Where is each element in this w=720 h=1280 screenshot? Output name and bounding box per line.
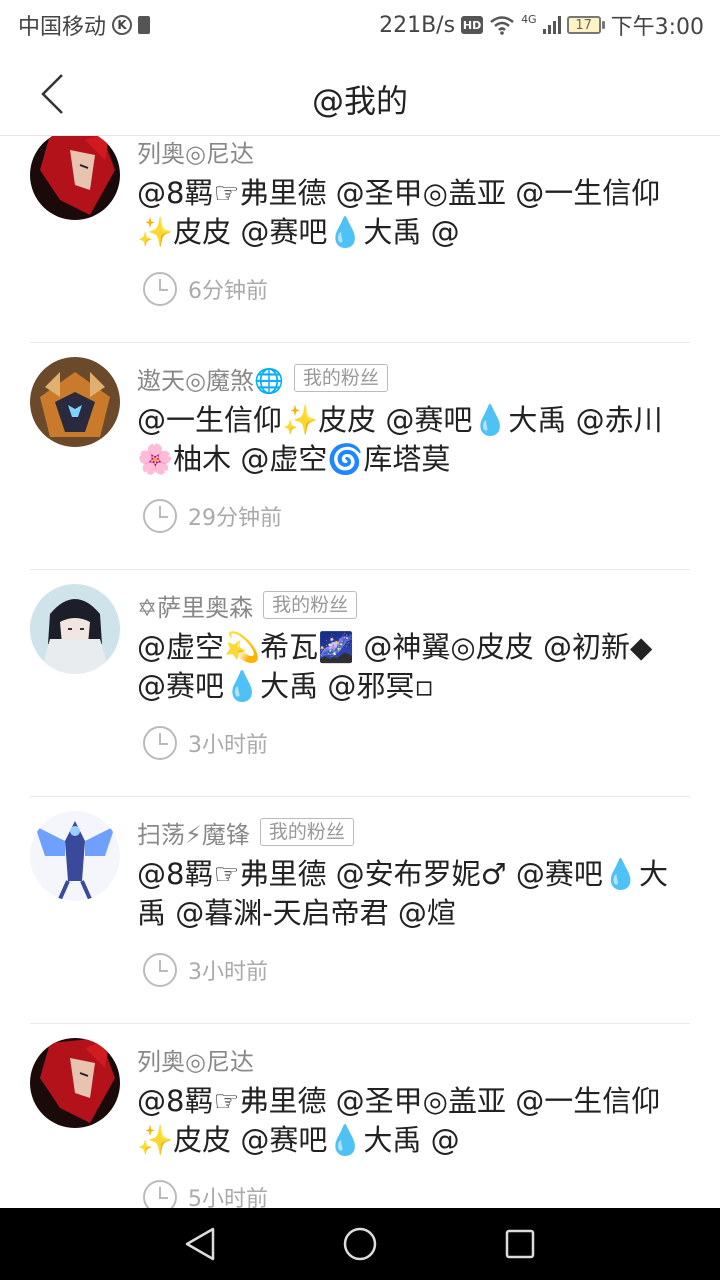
wifi-icon xyxy=(490,16,514,35)
message-text: @一生信仰✨皮皮 @赛吧💧大禹 @赤川🌸柚木 @虚空🌀库塔莫 xyxy=(137,403,663,476)
circle-home-icon xyxy=(343,1227,377,1261)
avatar[interactable] xyxy=(30,1038,120,1128)
carrier-name: 中国移动 xyxy=(18,15,107,40)
square-recents-icon xyxy=(505,1229,535,1259)
fan-badge: 我的粉丝 xyxy=(293,364,388,392)
clock-icon xyxy=(143,272,177,306)
signal-icon xyxy=(542,16,561,34)
timestamp: 3小时前 xyxy=(188,960,268,985)
navigation-bar xyxy=(0,1208,720,1280)
timestamp: 29分钟前 xyxy=(188,506,282,531)
header: @我的 xyxy=(0,50,720,136)
nav-home-button[interactable] xyxy=(330,1214,390,1274)
fan-badge: 我的粉丝 xyxy=(259,818,354,846)
hd-icon: HD xyxy=(461,16,484,34)
list-item[interactable]: 列奥◎尼达 @8羁☞弗里德 @圣甲◎盖亚 @一生信仰✨皮皮 @赛吧💧大禹 @ 6… xyxy=(30,136,690,343)
username[interactable]: 遨天◎魔煞🌐 xyxy=(137,361,284,396)
page-title: @我的 xyxy=(311,82,408,120)
avatar[interactable] xyxy=(30,811,120,901)
clock-icon xyxy=(143,1180,177,1208)
clock: 下午3:00 xyxy=(610,15,704,40)
username[interactable]: 列奥◎尼达 xyxy=(137,136,254,169)
message-list: 列奥◎尼达 @8羁☞弗里德 @圣甲◎盖亚 @一生信仰✨皮皮 @赛吧💧大禹 @ 6… xyxy=(0,136,720,1208)
battery-level: 17 xyxy=(566,16,601,34)
username[interactable]: 扫荡⚡魔锋 xyxy=(137,815,250,850)
battery-icon: 17 xyxy=(566,16,605,34)
avatar[interactable] xyxy=(30,357,120,447)
message-list-viewport[interactable]: 列奥◎尼达 @8羁☞弗里德 @圣甲◎盖亚 @一生信仰✨皮皮 @赛吧💧大禹 @ 6… xyxy=(0,136,720,1208)
message-text: @8羁☞弗里德 @安布罗妮♂ @赛吧💧大禹 @暮渊-天启帝君 @煊 xyxy=(137,857,668,930)
username[interactable]: 列奥◎尼达 xyxy=(137,1042,254,1077)
list-item[interactable]: 扫荡⚡魔锋 我的粉丝 @8羁☞弗里德 @安布罗妮♂ @赛吧💧大禹 @暮渊-天启帝… xyxy=(30,797,690,1024)
sim-icon xyxy=(138,16,151,34)
list-item[interactable]: 列奥◎尼达 @8羁☞弗里德 @圣甲◎盖亚 @一生信仰✨皮皮 @赛吧💧大禹 @ 5… xyxy=(30,1024,690,1208)
username[interactable]: ✡萨里奥森 xyxy=(137,588,253,623)
timestamp: 5小时前 xyxy=(188,1187,268,1208)
nav-back-button[interactable] xyxy=(170,1214,230,1274)
avatar[interactable] xyxy=(30,136,120,220)
network-type: 4G xyxy=(521,13,537,26)
avatar[interactable] xyxy=(30,584,120,674)
clock-icon xyxy=(143,499,177,533)
clock-icon xyxy=(143,726,177,760)
status-bar: 中国移动 K 221B/s HD 4G 17 下午3:00 xyxy=(0,0,720,50)
message-text: @8羁☞弗里德 @圣甲◎盖亚 @一生信仰✨皮皮 @赛吧💧大禹 @ xyxy=(137,1084,661,1157)
fan-badge: 我的粉丝 xyxy=(263,591,358,619)
triangle-back-icon xyxy=(185,1227,215,1261)
list-item[interactable]: 遨天◎魔煞🌐 我的粉丝 @一生信仰✨皮皮 @赛吧💧大禹 @赤川🌸柚木 @虚空🌀库… xyxy=(30,343,690,570)
k-logo-icon: K xyxy=(112,15,133,35)
nav-recents-button[interactable] xyxy=(490,1214,550,1274)
list-item[interactable]: ✡萨里奥森 我的粉丝 @虚空💫希瓦🌌 @神翼◎皮皮 @初新◆ @赛吧💧大禹 @邪… xyxy=(30,570,690,797)
clock-icon xyxy=(143,953,177,987)
timestamp: 3小时前 xyxy=(188,733,268,758)
timestamp: 6分钟前 xyxy=(188,279,268,304)
message-text: @虚空💫希瓦🌌 @神翼◎皮皮 @初新◆ @赛吧💧大禹 @邪冥▫ xyxy=(137,630,653,703)
net-speed: 221B/s xyxy=(379,12,456,38)
message-text: @8羁☞弗里德 @圣甲◎盖亚 @一生信仰✨皮皮 @赛吧💧大禹 @ xyxy=(137,176,661,249)
